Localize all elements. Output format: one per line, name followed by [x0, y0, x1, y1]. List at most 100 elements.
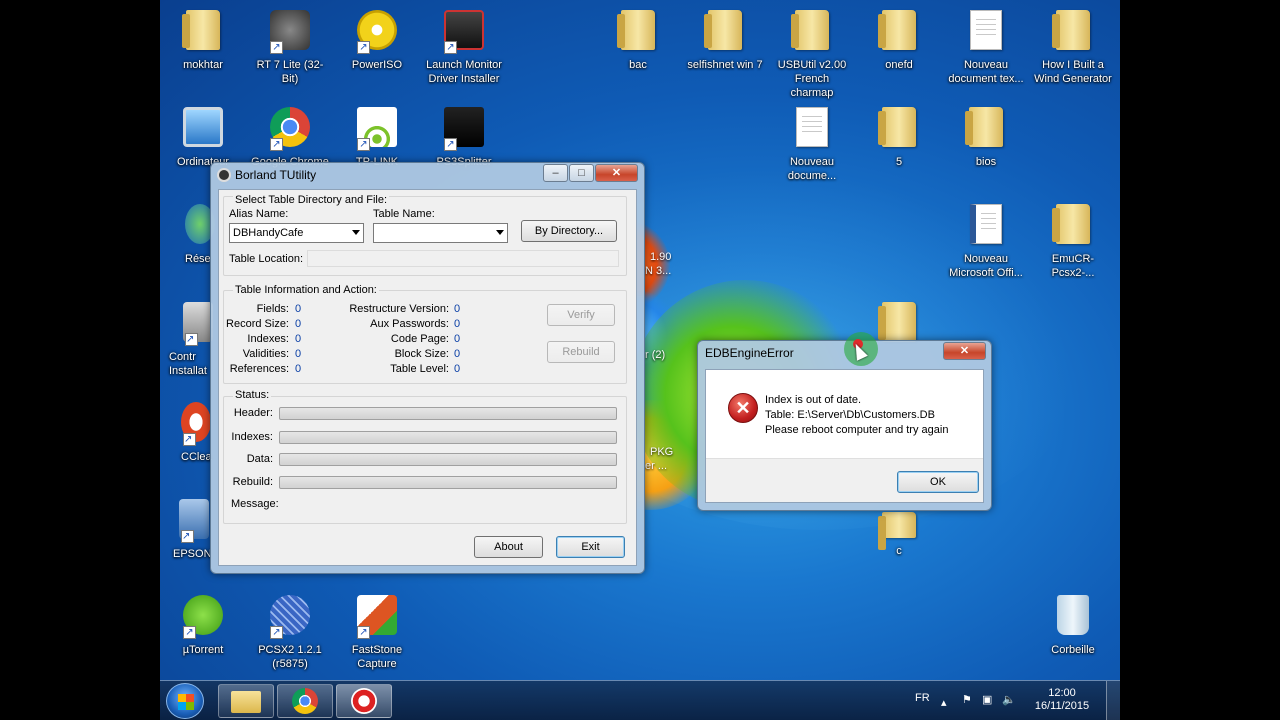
folder-icon [1052, 10, 1090, 50]
indexes-value: 0 [295, 333, 302, 345]
verify-button[interactable]: Verify [547, 304, 615, 326]
desktop-icon-selfishnet[interactable]: selfishnet win 7 [685, 8, 765, 72]
tutility-titlebar[interactable]: Borland TUtility – □ ✕ [211, 163, 644, 187]
table-name-label: Table Name: [373, 208, 435, 220]
desktop-icon-chrome[interactable]: ↗Google Chrome [250, 105, 330, 169]
desktop-icon-reseau[interactable]: Rése [163, 202, 215, 266]
block-size-value: 0 [454, 348, 461, 360]
desktop-icon-launch-monitor[interactable]: ↗ Launch Monitor Driver Installer [424, 8, 504, 86]
aux-passwords-label: Aux Passwords: [370, 318, 449, 330]
show-hidden-icons[interactable]: ▴ [941, 696, 947, 709]
table-name-select[interactable] [373, 223, 508, 243]
show-desktop-button[interactable] [1106, 681, 1120, 720]
start-button[interactable] [166, 683, 204, 719]
folder-icon [704, 10, 742, 50]
folder-icon [1052, 204, 1090, 244]
desktop-icon-nouveau-doc[interactable]: Nouveau docume... [772, 105, 852, 183]
desktop-icon-faststone[interactable]: ↗ FastStone Capture [337, 593, 417, 671]
desktop-icon-wind-generator[interactable]: How I Built a Wind Generator [1033, 8, 1113, 86]
document-icon [796, 107, 828, 147]
word-document-icon [970, 204, 1002, 244]
error-dialog: EDBEngineError ✕ ✕ Index is out of date.… [697, 340, 992, 511]
desktop-icon-bios[interactable]: bios [946, 105, 1026, 169]
status-indexes-label: Indexes: [231, 431, 273, 443]
clock[interactable]: 12:00 16/11/2015 [1032, 687, 1092, 713]
language-indicator[interactable]: FR [915, 692, 930, 704]
taskbar: FR ▴ ⚑ ▣ 🔈 12:00 16/11/2015 [160, 680, 1120, 720]
folder-icon [965, 107, 1003, 147]
partial-icon-label: er ... [645, 460, 668, 472]
error-icon: ✕ [728, 393, 758, 423]
restructure-version-label: Restructure Version: [349, 303, 449, 315]
record-size-value: 0 [295, 318, 302, 330]
partial-icon-label: r (2) [645, 349, 666, 361]
folder-icon [878, 10, 916, 50]
desktop-icon-epson[interactable]: ↗ EPSON [163, 497, 213, 561]
close-button[interactable]: ✕ [943, 342, 986, 360]
desktop-icon-nouveau-office[interactable]: Nouveau Microsoft Offi... [946, 202, 1026, 280]
folder-icon [791, 10, 829, 50]
action-center-flag-icon[interactable]: ⚑ [962, 693, 972, 706]
desktop-icon-partial-folder[interactable] [859, 300, 939, 342]
table-level-value: 0 [454, 363, 461, 375]
desktop-icon-poweriso[interactable]: ↗ PowerISO [337, 8, 417, 72]
desktop-icon-utorrent[interactable]: ↗ µTorrent [163, 593, 243, 657]
folder-icon [878, 302, 916, 342]
partial-icon-label: PKG [650, 446, 674, 458]
network-tray-icon[interactable]: ▣ [982, 693, 992, 706]
desktop-icon-ps3splitter[interactable]: ↗PS3Splitter [424, 105, 504, 169]
tutility-window: Borland TUtility – □ ✕ Select Table Dire… [210, 162, 645, 574]
error-message-line3: Please reboot computer and try again [765, 424, 949, 436]
text-document-icon [970, 10, 1002, 50]
taskbar-handycafe[interactable] [336, 684, 392, 718]
table-location-label: Table Location: [229, 253, 303, 265]
status-header-label: Header: [233, 407, 273, 419]
taskbar-explorer[interactable] [218, 684, 274, 718]
fields-label: Fields: [256, 303, 289, 315]
folder-icon [878, 107, 916, 147]
clock-time: 12:00 [1048, 687, 1076, 699]
alias-label: Alias Name: [229, 208, 289, 220]
alias-value: DBHandyCafe [233, 227, 304, 239]
error-message-line2: Table: E:\Server\Db\Customers.DB [765, 409, 935, 421]
desktop-icon-bac[interactable]: bac [598, 8, 678, 72]
status-data-bar [279, 453, 617, 466]
desktop-icon-onefd[interactable]: onefd [859, 8, 939, 72]
table-level-label: Table Level: [390, 363, 449, 375]
chrome-icon [292, 688, 318, 714]
ok-button[interactable]: OK [897, 471, 979, 493]
folder-icon [878, 512, 916, 550]
restructure-version-value: 0 [454, 303, 461, 315]
volume-icon[interactable]: 🔈 [1002, 693, 1016, 706]
close-button[interactable]: ✕ [595, 164, 638, 182]
desktop-icon-control[interactable]: ↗ Contr Installat [163, 300, 213, 378]
minimize-button[interactable]: – [543, 164, 568, 182]
desktop-icon-pcsx2[interactable]: ↗ PCSX2 1.2.1 (r5875) [250, 593, 330, 671]
desktop-icon-emucr[interactable]: EmuCR-Pcsx2-... [1033, 202, 1113, 280]
status-data-label: Data: [246, 453, 273, 465]
desktop-icon-ccleaner[interactable]: ↗ CClea [163, 400, 213, 464]
desktop-icon-mokhtar[interactable]: mokhtar [163, 8, 243, 72]
error-dialog-title: EDBEngineError [705, 346, 794, 360]
by-directory-button[interactable]: By Directory... [521, 220, 617, 242]
chevron-down-icon [352, 230, 360, 235]
about-button[interactable]: About [474, 536, 543, 558]
alias-select[interactable]: DBHandyCafe [229, 223, 364, 243]
fields-value: 0 [295, 303, 302, 315]
window-title: Borland TUtility [235, 168, 317, 182]
message-label: Message: [231, 498, 279, 510]
desktop-icon-tplink[interactable]: ↗TP-LINK [337, 105, 417, 169]
desktop-icon-corbeille[interactable]: Corbeille [1033, 593, 1113, 657]
maximize-button[interactable]: □ [569, 164, 594, 182]
desktop-icon-rt7lite[interactable]: ↗ RT 7 Lite (32-Bit) [250, 8, 330, 86]
desktop-icon-c[interactable]: c [859, 510, 939, 558]
taskbar-chrome[interactable] [277, 684, 333, 718]
desktop-icon-5[interactable]: 5 [859, 105, 939, 169]
desktop-icon-nouveau-texte[interactable]: Nouveau document tex... [946, 8, 1026, 86]
user-folder-icon [182, 10, 220, 50]
desktop-icon-usbutil[interactable]: USBUtil v2.00 French charmap [772, 8, 852, 100]
folder-icon [617, 10, 655, 50]
rebuild-button[interactable]: Rebuild [547, 341, 615, 363]
exit-button[interactable]: Exit [556, 536, 625, 558]
desktop-icon-ordinateur[interactable]: Ordinateur [163, 105, 243, 169]
